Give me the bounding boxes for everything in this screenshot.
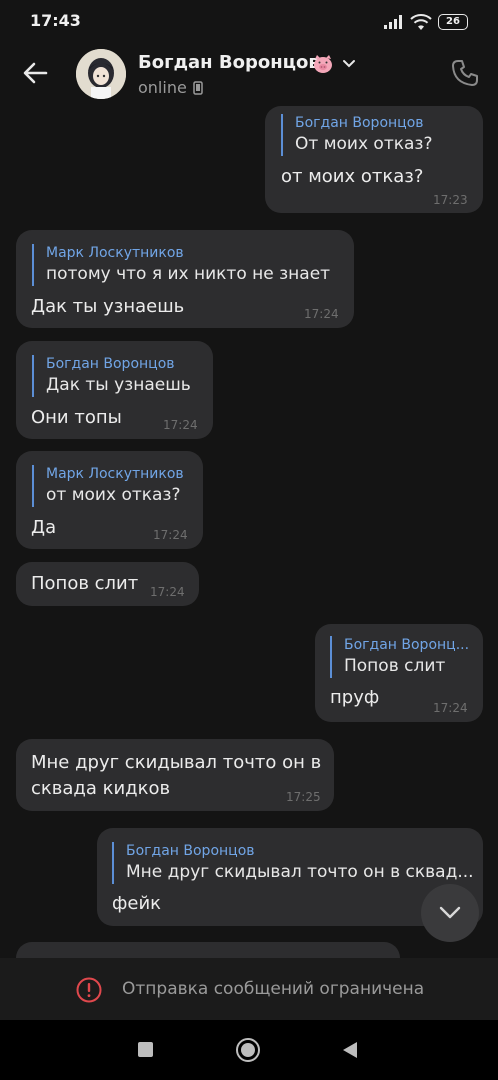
message-bubble-incoming[interactable]: Марк Лоскутников от моих отказ? Да 17:24 [16,451,203,549]
message-text: Попов слит [31,573,139,594]
restriction-text: Отправка сообщений ограничена [122,979,425,999]
reply-author: Богдан Воронц... [344,637,470,653]
scroll-to-bottom-button[interactable] [421,884,479,942]
message-bubble-incoming[interactable] [16,942,400,958]
message-text: пруф [330,687,380,708]
message-text: от моих отказ? [281,166,424,187]
back-triangle-icon[interactable] [342,1041,358,1059]
message-text: Они топы [31,407,122,428]
message-time: 17:24 [150,585,185,599]
reply-text: Попов слит [344,656,446,676]
avatar[interactable] [76,49,126,99]
reply-text: от моих отказ? [46,485,181,505]
message-time: 17:24 [163,418,198,432]
message-text-line: сквада кидков [31,778,171,799]
avatar-image [76,49,126,99]
message-text-line: Мне друг скидывал точто он в [31,752,322,773]
message-bubble-outgoing[interactable]: Богдан Воронц... Попов слит пруф 17:24 [315,624,483,722]
reply-text: потому что я их никто не знает [46,264,331,284]
recent-apps-icon[interactable] [138,1042,153,1057]
battery-level: 26 [446,16,460,27]
signal-icon [384,15,402,29]
reply-quote[interactable]: Богдан Воронцов От моих отказ? [281,114,432,156]
message-list[interactable]: Богдан Воронцов От моих отказ? от моих о… [0,106,498,958]
reply-author: Богдан Воронцов [46,356,175,372]
status-time: 17:43 [30,11,81,30]
chat-header: Богдан Воронцов online [0,44,498,106]
home-icon[interactable] [236,1038,260,1062]
mobile-device-icon [193,81,203,95]
warning-icon [76,977,102,1003]
message-time: 17:24 [304,307,339,321]
status-bar: 17:43 26 [0,0,498,44]
message-text: Да [31,517,57,538]
reply-text: От моих отказ? [295,134,433,154]
contact-name[interactable]: Богдан Воронцов [138,52,320,73]
battery-icon: 26 [438,14,468,30]
message-time: 17:24 [153,528,188,542]
reply-text: Мне друг скидывал точто он в сквад... [126,862,474,882]
message-text: Дак ты узнаешь [31,296,185,317]
message-time: 17:24 [433,701,468,715]
presence-status: online [138,78,187,97]
messaging-restricted-bar: Отправка сообщений ограничена [0,958,498,1020]
reply-author: Богдан Воронцов [126,843,255,859]
back-arrow-icon[interactable] [22,60,48,86]
pig-icon [312,54,334,78]
message-time: 17:25 [286,790,321,804]
message-time: 17:23 [433,193,468,207]
reply-author: Марк Лоскутников [46,466,184,482]
reply-quote[interactable]: Богдан Воронцов Мне друг скидывал точто … [112,842,474,884]
message-text: фейк [112,893,162,914]
message-bubble-outgoing[interactable]: Богдан Воронцов От моих отказ? от моих о… [265,106,483,213]
chevron-down-icon[interactable] [342,59,356,69]
reply-quote[interactable]: Богдан Воронц... Попов слит [330,636,469,678]
message-bubble-incoming[interactable]: Марк Лоскутников потому что я их никто н… [16,230,354,328]
message-bubble-incoming[interactable]: Мне друг скидывал точто он в сквада кидк… [16,739,334,811]
reply-author: Марк Лоскутников [46,245,184,261]
phone-call-icon[interactable] [450,58,480,88]
reply-quote[interactable]: Марк Лоскутников потому что я их никто н… [32,244,330,286]
chevron-down-icon [439,906,461,919]
reply-quote[interactable]: Марк Лоскутников от моих отказ? [32,465,184,507]
message-bubble-incoming[interactable]: Богдан Воронцов Дак ты узнаешь Они топы … [16,341,213,439]
reply-quote[interactable]: Богдан Воронцов Дак ты узнаешь [32,355,191,397]
wifi-icon [410,14,432,30]
reply-text: Дак ты узнаешь [46,375,191,395]
reply-author: Богдан Воронцов [295,115,424,131]
system-navigation-bar [0,1020,498,1080]
message-bubble-incoming[interactable]: Попов слит 17:24 [16,562,199,606]
